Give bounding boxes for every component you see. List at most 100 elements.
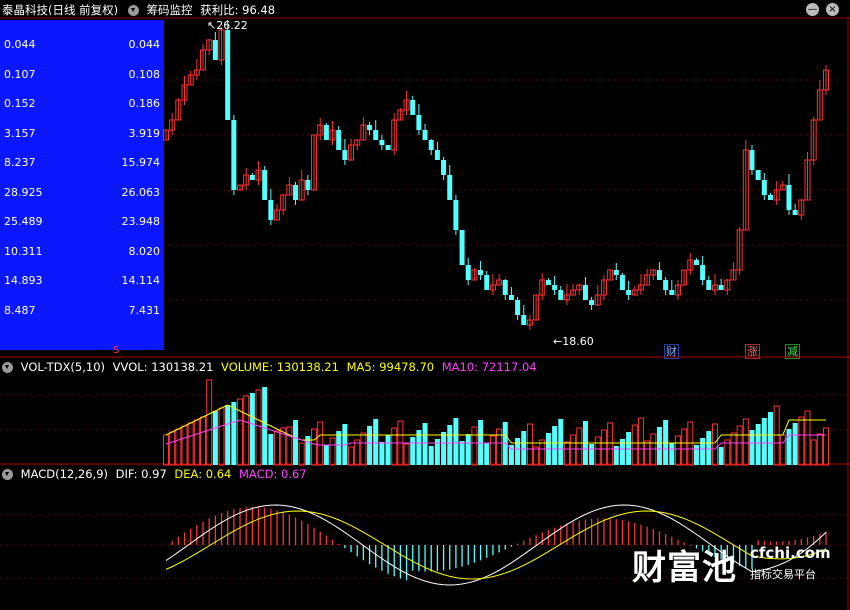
volume-bar	[231, 402, 237, 465]
volume-bar	[428, 446, 434, 465]
volume-bar	[558, 419, 564, 465]
volume-bar	[317, 421, 324, 466]
volume-bar	[336, 431, 342, 465]
candle-body	[225, 30, 231, 120]
candle-body	[619, 275, 625, 290]
candle-body	[459, 230, 465, 265]
low-price-label: ←18.60	[553, 335, 594, 348]
volume-bar	[403, 443, 410, 466]
volume-bar	[348, 446, 355, 466]
candle-body	[441, 160, 447, 175]
candle-body	[323, 125, 329, 140]
volume-bar	[367, 426, 373, 465]
kline-chart[interactable]	[0, 0, 850, 610]
candle-body	[447, 175, 453, 200]
volume-bar	[810, 439, 817, 466]
volume-bar	[552, 426, 558, 465]
ma10-value: MA10: 72117.04	[441, 360, 537, 374]
volume-bar	[379, 442, 385, 465]
candle-body	[545, 280, 551, 285]
candle-body	[434, 150, 440, 160]
volume-bar	[570, 434, 577, 466]
candle-body	[767, 195, 773, 200]
volume-indicator-name[interactable]: VOL-TDX(5,10)	[21, 360, 105, 374]
volume-bar	[706, 431, 712, 465]
volume-bar	[681, 428, 688, 466]
volume-bar	[286, 426, 293, 466]
volume-bar	[515, 438, 521, 465]
candle-body	[626, 290, 632, 295]
volume-bar	[631, 424, 638, 466]
watermark-slogan: 指标交易平台	[750, 568, 816, 581]
watermark-domain: cfchi.com	[750, 544, 831, 562]
volume-bar	[576, 427, 583, 466]
candle-body	[262, 170, 268, 200]
candle-body	[410, 100, 416, 115]
low-price-value: 18.60	[562, 335, 594, 348]
volume-bar	[385, 435, 391, 465]
volume-bar	[823, 427, 829, 466]
limit-up-marker[interactable]: 涨	[745, 344, 760, 359]
volume-bar	[539, 439, 546, 466]
volume-dropdown-icon[interactable]	[2, 362, 13, 373]
volume-bar	[373, 419, 379, 465]
volume-bar	[693, 445, 699, 465]
reduce-marker[interactable]: 减	[785, 344, 800, 359]
macd-value: MACD: 0.67	[239, 467, 307, 481]
candle-body	[231, 120, 237, 190]
s-marker[interactable]: S	[112, 344, 120, 357]
volume-bar	[736, 425, 743, 466]
dif-value: DIF: 0.97	[115, 467, 167, 481]
candle-body	[663, 280, 669, 290]
candle-body	[453, 200, 459, 230]
volume-bar	[718, 447, 724, 465]
volume-bar	[816, 433, 823, 466]
volume-bar	[496, 428, 503, 466]
volume-bar	[779, 434, 786, 466]
volume-bar	[459, 441, 465, 465]
candle-body	[582, 285, 588, 300]
volume-bar	[360, 432, 367, 466]
candle-body	[212, 40, 218, 60]
volume-bar	[391, 427, 398, 466]
volume-bar	[589, 444, 595, 465]
candle-body	[249, 175, 255, 180]
volume-bar	[767, 412, 773, 465]
candle-body	[669, 290, 675, 295]
volume-bar	[311, 428, 318, 466]
candle-body	[755, 170, 761, 180]
volume-bar	[181, 425, 188, 466]
volume-bar	[742, 418, 749, 466]
volume-bar	[268, 434, 274, 465]
candle-body	[465, 265, 471, 280]
volume-bar	[169, 431, 176, 466]
volume-value: VOLUME: 130138.21	[221, 360, 339, 374]
candle-body	[373, 130, 379, 140]
volume-bar	[225, 405, 231, 465]
volume-bar	[298, 442, 305, 466]
volume-bar	[730, 432, 737, 466]
volume-bar	[508, 445, 514, 465]
macd-dropdown-icon[interactable]	[2, 469, 13, 480]
candle-body	[786, 185, 792, 210]
candle-body	[342, 150, 348, 160]
volume-bar	[274, 430, 281, 466]
candle-body	[293, 185, 299, 200]
volume-bar	[218, 407, 225, 466]
volume-bar	[163, 434, 169, 466]
volume-bar	[354, 439, 361, 466]
volume-bar	[521, 431, 527, 465]
high-price-value: 26.22	[216, 19, 248, 32]
volume-bar	[200, 416, 207, 466]
volume-bar	[600, 429, 607, 466]
volume-bar	[656, 427, 662, 465]
candle-body	[558, 290, 564, 300]
macd-indicator-name[interactable]: MACD(12,26,9)	[21, 467, 108, 481]
finance-marker[interactable]: 财	[664, 344, 679, 359]
candle-body	[521, 315, 527, 325]
candle-body	[367, 125, 373, 130]
candle-body	[416, 115, 422, 130]
candle-body	[336, 130, 342, 150]
candle-body	[700, 265, 706, 280]
volume-bar	[262, 387, 268, 465]
